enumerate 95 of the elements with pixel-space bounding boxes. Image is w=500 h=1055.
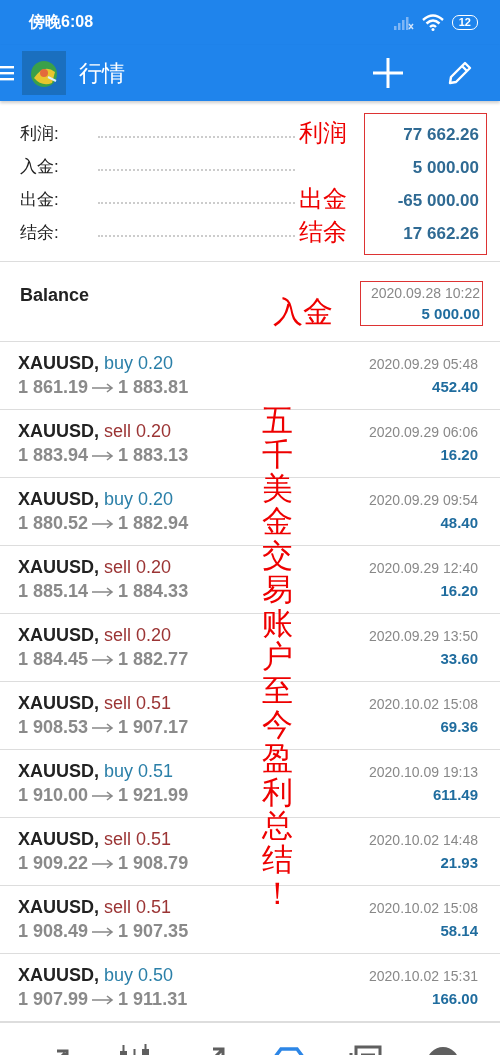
trade-symbol: XAUUSD, xyxy=(18,965,99,986)
arrow-icon xyxy=(92,926,115,937)
trade-symbol: XAUUSD, xyxy=(18,557,99,578)
open-price: 1 880.52 xyxy=(18,513,89,534)
trade-symbol: XAUUSD, xyxy=(18,829,99,850)
trade-time: 2020.10.09 19:13 xyxy=(369,764,478,780)
arrow-icon xyxy=(92,994,115,1005)
open-price: 1 861.19 xyxy=(18,377,89,398)
battery-indicator: 12 xyxy=(451,15,478,30)
arrow-icon xyxy=(92,654,115,665)
trade-order: buy 0.20 xyxy=(104,489,174,510)
summary-label: 出金: xyxy=(20,189,60,211)
wifi-icon xyxy=(421,14,444,31)
trade-order: sell 0.20 xyxy=(104,421,172,442)
close-price: 1 883.81 xyxy=(118,377,189,398)
open-price: 1 907.99 xyxy=(18,989,89,1010)
summary-label: 利润: xyxy=(20,123,60,145)
trade-order: sell 0.20 xyxy=(104,557,172,578)
menu-icon[interactable] xyxy=(0,64,14,82)
app-logo-icon xyxy=(22,51,66,95)
open-price: 1 910.00 xyxy=(18,785,89,806)
close-price: 1 882.94 xyxy=(118,513,189,534)
trade-symbol: XAUUSD, xyxy=(18,693,99,714)
summary-label: 入金: xyxy=(20,156,60,178)
trade-profit: 69.36 xyxy=(440,718,478,735)
summary-value: -65 000.00 xyxy=(397,190,479,212)
summary-value: 17 662.26 xyxy=(403,223,479,245)
trade-symbol: XAUUSD, xyxy=(18,489,99,510)
trade-profit: 33.60 xyxy=(440,650,478,667)
close-price: 1 911.31 xyxy=(118,989,188,1010)
arrow-icon xyxy=(92,586,115,597)
edit-icon[interactable] xyxy=(446,59,474,87)
summary-value: 77 662.26 xyxy=(403,124,479,146)
close-price: 1 883.13 xyxy=(118,445,189,466)
open-price: 1 883.94 xyxy=(18,445,89,466)
trade-symbol: XAUUSD, xyxy=(18,625,99,646)
screen-title: 行情 xyxy=(79,58,125,88)
balance-time: 2020.09.28 10:22 xyxy=(371,285,480,301)
open-price: 1 908.49 xyxy=(18,921,89,942)
balance-label: Balance xyxy=(20,285,90,306)
annotation-label: 入金 xyxy=(273,293,333,331)
trade-symbol: XAUUSD, xyxy=(18,421,99,442)
trade-profit: 16.20 xyxy=(440,582,478,599)
trade-time: 2020.09.29 05:48 xyxy=(369,356,478,372)
trade-profit: 16.20 xyxy=(440,446,478,463)
trade-time: 2020.09.29 12:40 xyxy=(369,560,478,576)
arrow-icon xyxy=(92,722,115,733)
open-price: 1 884.45 xyxy=(18,649,89,670)
trade-symbol: XAUUSD, xyxy=(18,761,99,782)
trade-order: sell 0.20 xyxy=(104,625,172,646)
close-price: 1 921.99 xyxy=(118,785,189,806)
open-price: 1 908.53 xyxy=(18,717,89,738)
summary-value: 5 000.00 xyxy=(412,157,479,179)
trade-order: sell 0.51 xyxy=(104,897,172,918)
close-price: 1 908.79 xyxy=(118,853,189,874)
annotation-label: 结余 xyxy=(299,217,348,248)
trade-symbol: XAUUSD, xyxy=(18,353,99,374)
signal-icon xyxy=(391,14,414,31)
add-icon[interactable] xyxy=(372,57,404,89)
summary-label: 结余: xyxy=(20,222,60,244)
arrow-icon xyxy=(92,450,115,461)
trade-order: sell 0.51 xyxy=(104,693,172,714)
trade-time: 2020.10.02 15:08 xyxy=(369,900,478,916)
trade-profit: 452.40 xyxy=(432,378,478,395)
close-price: 1 882.77 xyxy=(118,649,189,670)
close-price: 1 907.17 xyxy=(118,717,189,738)
trade-profit: 58.14 xyxy=(440,922,478,939)
arrow-icon xyxy=(92,858,115,869)
close-price: 1 907.35 xyxy=(118,921,189,942)
trade-profit: 21.93 xyxy=(440,854,478,871)
trade-order: sell 0.51 xyxy=(104,829,172,850)
trade-time: 2020.10.02 15:08 xyxy=(369,696,478,712)
trade-order: buy 0.50 xyxy=(104,965,174,986)
arrow-icon xyxy=(92,790,115,801)
arrow-icon xyxy=(92,518,115,529)
trade-symbol: XAUUSD, xyxy=(18,897,99,918)
trade-order: buy 0.20 xyxy=(104,353,174,374)
trade-profit: 166.00 xyxy=(432,990,478,1007)
arrow-icon xyxy=(92,382,115,393)
trade-profit: 48.40 xyxy=(440,514,478,531)
close-price: 1 884.33 xyxy=(118,581,189,602)
open-price: 1 909.22 xyxy=(18,853,89,874)
trade-profit: 611.49 xyxy=(432,786,478,803)
annotation-label: 出金 xyxy=(299,184,348,215)
trade-time: 2020.09.29 09:54 xyxy=(369,492,478,508)
annotation-label: 利润 xyxy=(299,118,348,149)
annotation-note: 五千美金交易账户至今盈利总结！ xyxy=(262,404,293,911)
trade-time: 2020.09.29 13:50 xyxy=(369,628,478,644)
trade-order: buy 0.51 xyxy=(104,761,174,782)
trade-time: 2020.10.02 14:48 xyxy=(369,832,478,848)
trade-time: 2020.10.02 15:31 xyxy=(369,968,478,984)
balance-amount: 5 000.00 xyxy=(421,305,480,322)
open-price: 1 885.14 xyxy=(18,581,89,602)
status-time: 傍晚6:08 xyxy=(29,12,94,32)
trade-time: 2020.09.29 06:06 xyxy=(369,424,478,440)
